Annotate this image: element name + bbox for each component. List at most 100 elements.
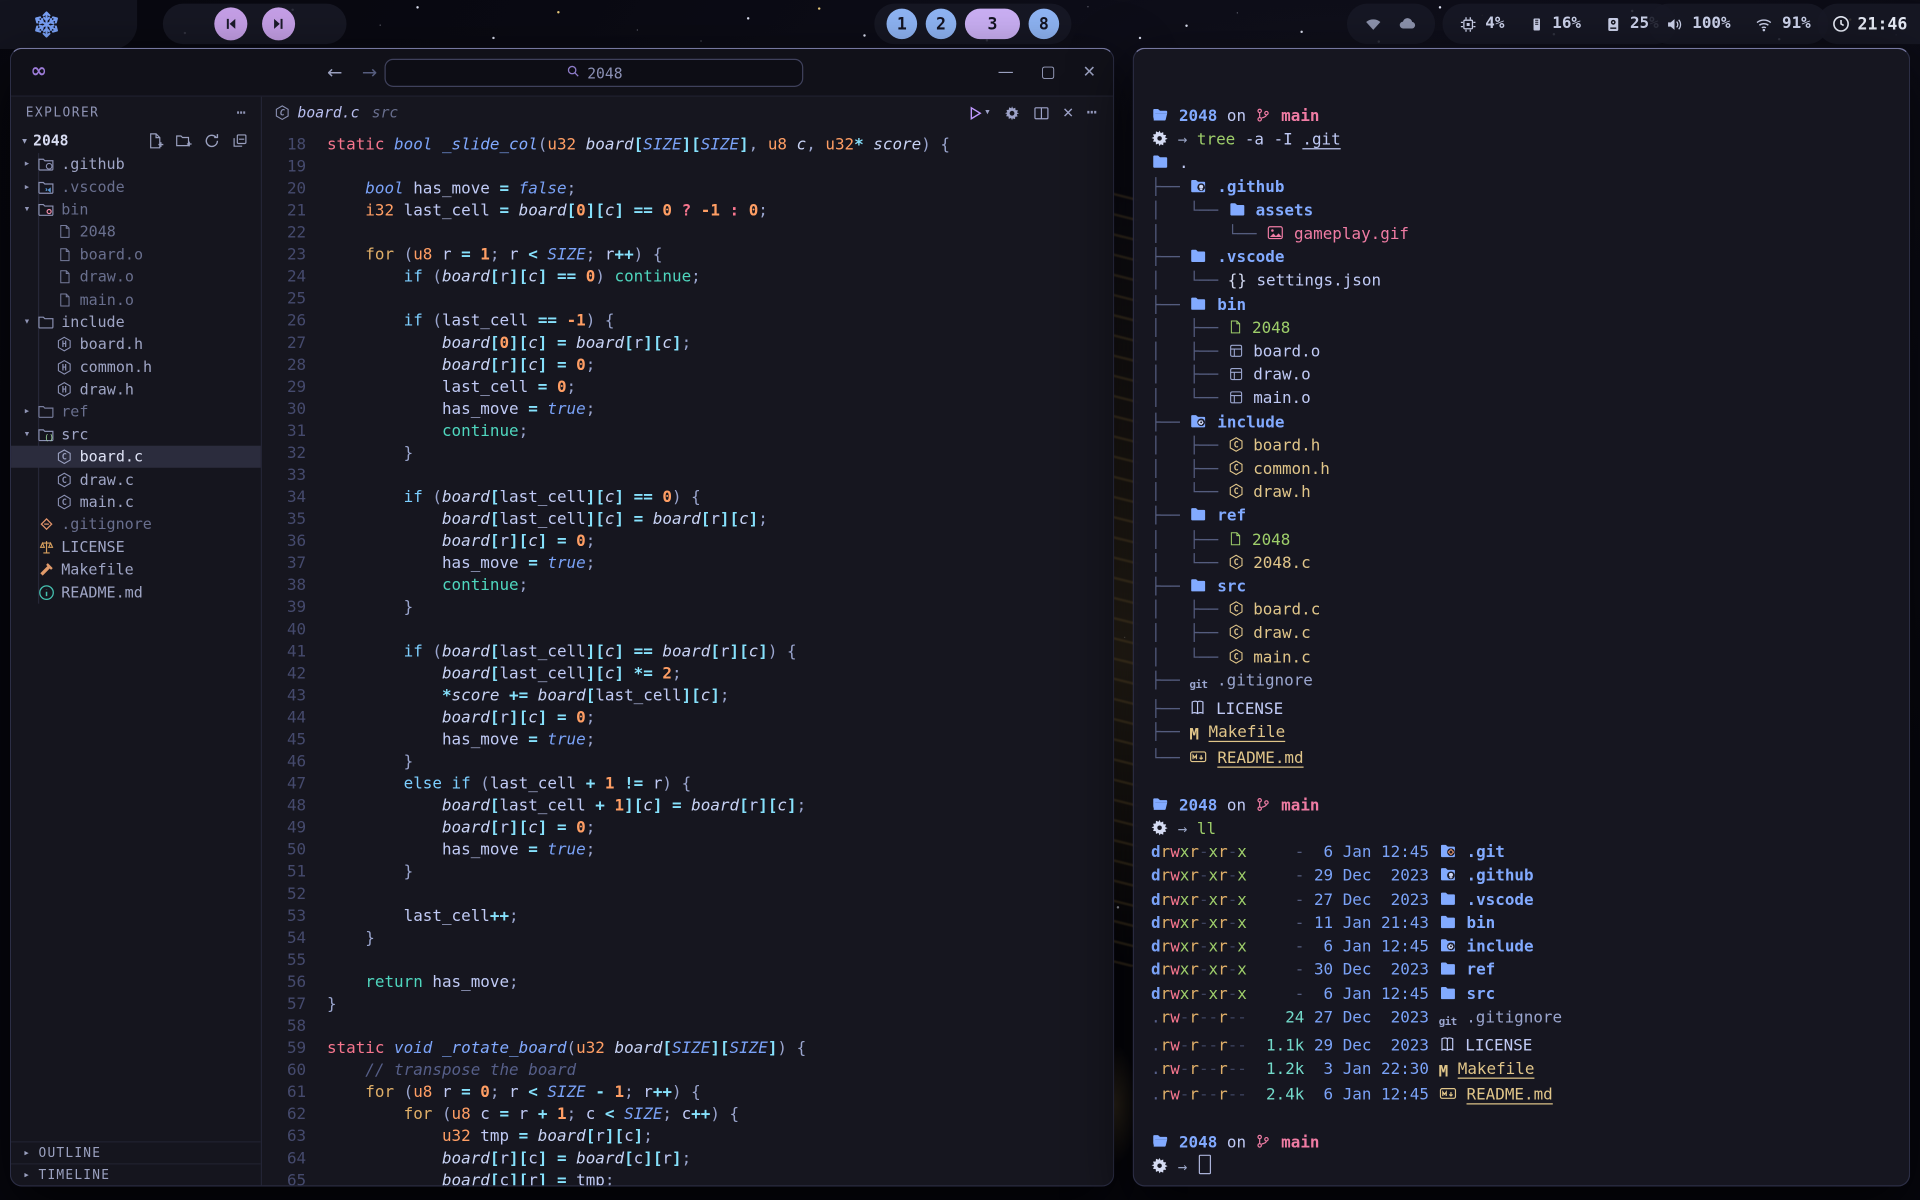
code-line[interactable]: 50 has_move = true; [262, 840, 1113, 862]
code-line[interactable]: 61 for (u8 r = 0; r < SIZE - 1; r++) { [262, 1082, 1113, 1104]
code-line[interactable]: 23 for (u8 r = 1; r < SIZE; r++) { [262, 245, 1113, 267]
code-line[interactable]: 56 return has_move; [262, 972, 1113, 994]
code-line[interactable]: 19 [262, 157, 1113, 179]
code-line[interactable]: 41 if (board[last_cell][c] == board[r][c… [262, 642, 1113, 664]
sidebar-item-bin[interactable]: ▾bin [11, 198, 261, 221]
code-line[interactable]: 52 [262, 884, 1113, 906]
code-line[interactable]: 44 board[r][c] = 0; [262, 708, 1113, 730]
code-line[interactable]: 29 last_cell = 0; [262, 377, 1113, 399]
code-line[interactable]: 45 has_move = true; [262, 730, 1113, 752]
explorer-more-icon[interactable]: ⋯ [237, 103, 247, 121]
launcher-module[interactable] [0, 0, 137, 49]
app-logo-icon: ∞ [31, 59, 47, 82]
close-icon[interactable]: ✕ [1083, 63, 1096, 81]
command-center-search[interactable]: 2048 [384, 59, 803, 87]
nav-forward-icon[interactable]: → [362, 61, 377, 83]
code-line[interactable]: 20 bool has_move = false; [262, 179, 1113, 201]
section-outline[interactable]: ▸OUTLINE [11, 1141, 261, 1163]
sidebar-item-draw-c[interactable]: Cdraw.c [11, 468, 261, 491]
code-line[interactable]: 36 board[r][c] = 0; [262, 531, 1113, 553]
sidebar-item-board-o[interactable]: board.o [11, 243, 261, 266]
code-line[interactable]: 63 u32 tmp = board[r][c]; [262, 1127, 1113, 1149]
close-editor-icon[interactable]: ✕ [1063, 103, 1073, 123]
code-editor[interactable]: 18static bool _slide_col(u32 board[SIZE]… [262, 129, 1113, 1187]
code-line[interactable]: 65 board[c][r] = tmp; [262, 1171, 1113, 1187]
breadcrumb[interactable]: C board.c src [274, 104, 398, 121]
sidebar-item-makefile[interactable]: Makefile [11, 558, 261, 581]
code-line[interactable]: 31 continue; [262, 421, 1113, 443]
code-line[interactable]: 60 // transpose the board [262, 1060, 1113, 1082]
sidebar-item-2048[interactable]: 2048 [11, 221, 261, 244]
code-line[interactable]: 46 } [262, 752, 1113, 774]
code-line[interactable]: 51 } [262, 862, 1113, 884]
sidebar-item-readme-md[interactable]: README.md [11, 581, 261, 604]
code-line[interactable]: 30 has_move = true; [262, 399, 1113, 421]
code-line[interactable]: 49 board[r][c] = 0; [262, 818, 1113, 840]
code-line[interactable]: 53 last_cell++; [262, 906, 1113, 928]
code-line[interactable]: 24 if (board[r][c] == 0) continue; [262, 267, 1113, 289]
code-line[interactable]: 35 board[last_cell][c] = board[r][c]; [262, 509, 1113, 531]
folder-gear-icon [1189, 412, 1207, 429]
skip-back-button[interactable] [214, 7, 247, 40]
explorer-root-folder[interactable]: ▾ 2048 [11, 129, 261, 153]
terminal[interactable]: 2048 on main → tree -a -I .git .├── .git… [1134, 49, 1909, 1179]
refresh-icon[interactable] [203, 132, 220, 149]
code-line[interactable]: 43 *score += board[last_cell][c]; [262, 686, 1113, 708]
sidebar-item-common-h[interactable]: Hcommon.h [11, 356, 261, 379]
section-timeline[interactable]: ▸TIMELINE [11, 1163, 261, 1185]
sidebar-item-draw-o[interactable]: draw.o [11, 266, 261, 289]
code-line[interactable]: 48 board[last_cell + 1][c] = board[r][c]… [262, 796, 1113, 818]
sidebar-item-ref[interactable]: ▸ref [11, 401, 261, 424]
sidebar-item--vscode[interactable]: ▸.vscode [11, 176, 261, 199]
code-line[interactable]: 27 board[0][c] = board[r][c]; [262, 333, 1113, 355]
sidebar-item-board-c[interactable]: Cboard.c [11, 446, 261, 469]
workspace-8[interactable]: 8 [1029, 9, 1060, 40]
sidebar-item-main-o[interactable]: main.o [11, 288, 261, 311]
code-line[interactable]: 21 i32 last_cell = board[0][c] == 0 ? -1… [262, 201, 1113, 223]
split-editor-icon[interactable] [1034, 105, 1050, 121]
code-line[interactable]: 47 else if (last_cell + 1 != r) { [262, 774, 1113, 796]
code-line[interactable]: 57} [262, 994, 1113, 1016]
code-line[interactable]: 39 } [262, 598, 1113, 620]
code-line[interactable]: 38 continue; [262, 576, 1113, 598]
code-line[interactable]: 58 [262, 1016, 1113, 1038]
code-line[interactable]: 40 [262, 620, 1113, 642]
workspace-3-active[interactable]: 3 [965, 9, 1020, 40]
skip-forward-button[interactable] [262, 7, 295, 40]
code-line[interactable]: 18static bool _slide_col(u32 board[SIZE]… [262, 135, 1113, 157]
sidebar-item-license[interactable]: LICENSE [11, 536, 261, 559]
sidebar-item-src[interactable]: ▾()src [11, 423, 261, 446]
sidebar-item-draw-h[interactable]: Hdraw.h [11, 378, 261, 401]
code-line[interactable]: 62 for (u8 c = r + 1; c < SIZE; c++) { [262, 1104, 1113, 1126]
code-line[interactable]: 55 [262, 950, 1113, 972]
sidebar-item--gitignore[interactable]: .gitignore [11, 513, 261, 536]
code-line[interactable]: 26 if (last_cell == -1) { [262, 311, 1113, 333]
sidebar-item-include[interactable]: ▾include [11, 311, 261, 334]
code-line[interactable]: 25 [262, 289, 1113, 311]
sidebar-item-main-c[interactable]: Cmain.c [11, 491, 261, 514]
workspace-2[interactable]: 2 [926, 9, 957, 40]
new-folder-icon[interactable] [175, 132, 192, 149]
nav-back-icon[interactable]: ← [327, 61, 342, 83]
code-line[interactable]: 59static void _rotate_board(u32 board[SI… [262, 1038, 1113, 1060]
editor-titlebar[interactable]: ∞ ← → 2048 — ▢ ✕ [11, 49, 1113, 97]
code-line[interactable]: 64 board[r][c] = board[c][r]; [262, 1149, 1113, 1171]
code-line[interactable]: 54 } [262, 928, 1113, 950]
code-line[interactable]: 22 [262, 223, 1113, 245]
minimize-icon[interactable]: — [998, 63, 1014, 81]
workspace-1[interactable]: 1 [887, 9, 918, 40]
sidebar-item--github[interactable]: ▸.github [11, 153, 261, 176]
maximize-icon[interactable]: ▢ [1041, 63, 1056, 81]
code-line[interactable]: 37 has_move = true; [262, 553, 1113, 575]
more-actions-icon[interactable]: ⋯ [1087, 103, 1099, 123]
code-line[interactable]: 28 board[r][c] = 0; [262, 355, 1113, 377]
gear-icon[interactable] [1004, 105, 1020, 121]
new-file-icon[interactable] [147, 132, 164, 149]
code-line[interactable]: 32 } [262, 443, 1113, 465]
code-line[interactable]: 33 [262, 465, 1113, 487]
code-line[interactable]: 34 if (board[last_cell][c] == 0) { [262, 487, 1113, 509]
code-line[interactable]: 42 board[last_cell][c] *= 2; [262, 664, 1113, 686]
collapse-all-icon[interactable] [231, 132, 248, 149]
sidebar-item-board-h[interactable]: Hboard.h [11, 333, 261, 356]
run-icon[interactable]: ▾ [967, 105, 991, 121]
